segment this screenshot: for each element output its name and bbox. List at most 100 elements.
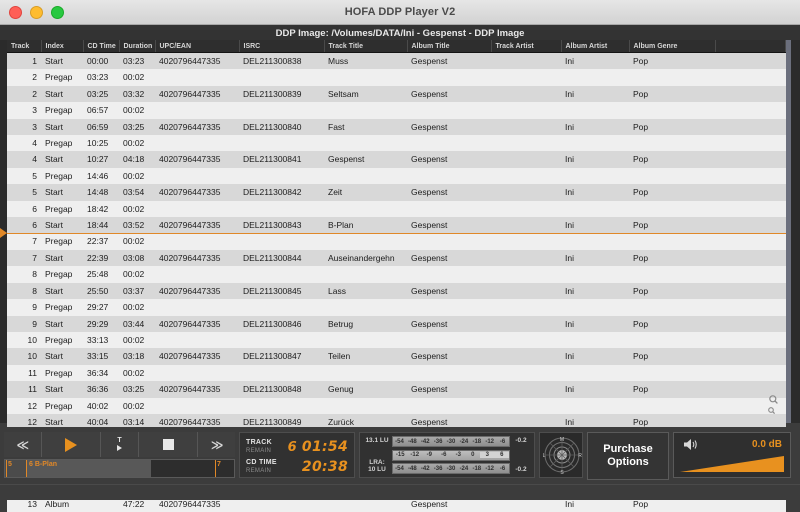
loudness-meter-panel[interactable]: 13.1 LU LRA: 10 LU -54-48-42-36-30-24-18… xyxy=(359,432,535,478)
table-row[interactable]: 2Start03:2503:324020796447335DEL21130083… xyxy=(7,86,786,102)
track-table-inner[interactable]: TrackIndexCD TimeDurationUPC/EANISRCTrac… xyxy=(7,40,791,423)
column-header-track-artist[interactable]: Track Artist xyxy=(491,40,561,53)
cell-duration: 00:02 xyxy=(119,233,155,249)
table-row[interactable]: 2Pregap03:2300:02 xyxy=(7,69,786,85)
table-row[interactable]: 4Start10:2704:184020796447335DEL21130084… xyxy=(7,151,786,167)
column-header-upc-ean[interactable]: UPC/EAN xyxy=(155,40,239,53)
cell-track: 3 xyxy=(7,119,41,135)
cell-album-artist xyxy=(561,168,629,184)
column-header-cd-time[interactable]: CD Time xyxy=(83,40,119,53)
stop-button[interactable] xyxy=(139,432,199,457)
column-header-album-title[interactable]: Album Title xyxy=(407,40,491,53)
cell-track-artist xyxy=(491,184,561,200)
cell-track-artist xyxy=(491,381,561,397)
volume-slider[interactable] xyxy=(680,456,784,472)
cell-album-genre xyxy=(629,69,715,85)
title-bar: HOFA DDP Player V2 xyxy=(0,0,800,25)
table-row[interactable]: 5Start14:4803:544020796447335DEL21130084… xyxy=(7,184,786,200)
cell-spacer xyxy=(715,53,786,70)
column-header-album-genre[interactable]: Album Genre xyxy=(629,40,715,53)
column-header-duration[interactable]: Duration xyxy=(119,40,155,53)
cell-cd-time: 25:50 xyxy=(83,283,119,299)
svg-text:M: M xyxy=(560,437,564,443)
previous-track-button[interactable]: ≪ xyxy=(4,432,42,457)
table-row[interactable]: 3Pregap06:5700:02 xyxy=(7,102,786,118)
cell-album-title: Gespenst xyxy=(407,381,491,397)
cell-album-title: Gespenst xyxy=(407,53,491,70)
cell-duration: 03:37 xyxy=(119,283,155,299)
cell-album-genre: Pop xyxy=(629,119,715,135)
volume-control[interactable]: 0.0 dB xyxy=(673,432,791,478)
table-row[interactable]: 11Pregap36:3400:02 xyxy=(7,365,786,381)
column-header-index[interactable]: Index xyxy=(41,40,83,53)
cell-spacer xyxy=(715,69,786,85)
cell-duration: 03:54 xyxy=(119,184,155,200)
time-display-panel[interactable]: TRACK REMAIN 6 01:54 CD TIME REMAIN 20:3… xyxy=(239,432,355,478)
cell-upc xyxy=(155,332,239,348)
magnifier-minus-icon[interactable] xyxy=(768,407,775,414)
cell-upc: 4020796447335 xyxy=(155,151,239,167)
column-header-isrc[interactable]: ISRC xyxy=(239,40,324,53)
magnifier-plus-icon[interactable] xyxy=(769,395,778,404)
meter-tick: 6 xyxy=(495,452,510,458)
cell-track-title xyxy=(324,365,407,381)
cd-time-value: 20:38 xyxy=(302,459,348,475)
cell-track-artist xyxy=(491,233,561,249)
cell-index: Start xyxy=(41,381,83,397)
meter-tick: -24 xyxy=(457,439,470,445)
loudness-readouts: 13.1 LU LRA: 10 LU xyxy=(362,435,392,475)
table-zoom-controls[interactable] xyxy=(761,395,783,419)
cell-album-artist: Ini xyxy=(561,119,629,135)
table-row[interactable]: 12Pregap40:0200:02 xyxy=(7,398,786,414)
next-track-button[interactable]: ≫ xyxy=(198,432,235,457)
cell-duration: 00:02 xyxy=(119,201,155,217)
table-row[interactable]: 3Start06:5903:254020796447335DEL21130084… xyxy=(7,119,786,135)
table-row[interactable]: 6Start18:4403:524020796447335DEL21130084… xyxy=(7,217,786,233)
column-header-track-title[interactable]: Track Title xyxy=(324,40,407,53)
column-header-track[interactable]: Track xyxy=(7,40,41,53)
table-row[interactable]: 8Pregap25:4800:02 xyxy=(7,266,786,282)
table-row[interactable]: 8Start25:5003:374020796447335DEL21130084… xyxy=(7,283,786,299)
cell-cd-time: 33:15 xyxy=(83,348,119,364)
table-row[interactable]: 9Pregap29:2700:02 xyxy=(7,299,786,315)
cell-upc: 4020796447335 xyxy=(155,119,239,135)
table-row[interactable]: 6Pregap18:4200:02 xyxy=(7,201,786,217)
cell-track-artist xyxy=(491,53,561,70)
cell-spacer xyxy=(715,201,786,217)
transport-section: ≪ T ≫ xyxy=(4,432,235,478)
table-row[interactable]: 10Pregap33:1300:02 xyxy=(7,332,786,348)
meter-scale-top: -54-48-42-36-30-24-18-12-6 xyxy=(392,436,510,447)
meter-tick: -54 xyxy=(393,439,406,445)
table-row[interactable]: 4Pregap10:2500:02 xyxy=(7,135,786,151)
marker-button[interactable]: T xyxy=(101,432,139,457)
cell-album-artist xyxy=(561,201,629,217)
table-row[interactable]: 10Start33:1503:184020796447335DEL2113008… xyxy=(7,348,786,364)
cell-cd-time: 25:48 xyxy=(83,266,119,282)
table-row[interactable]: 11Start36:3603:254020796447335DEL2113008… xyxy=(7,381,786,397)
table-header-row[interactable]: TrackIndexCD TimeDurationUPC/EANISRCTrac… xyxy=(7,40,786,53)
table-row[interactable]: 1Start00:0003:234020796447335DEL21130083… xyxy=(7,53,786,70)
cell-album-genre xyxy=(629,233,715,249)
cell-upc xyxy=(155,365,239,381)
table-row[interactable]: 5Pregap14:4600:02 xyxy=(7,168,786,184)
peak-right-value: -0.2 xyxy=(510,466,532,473)
meter-tick: -48 xyxy=(406,466,419,472)
table-row[interactable]: 9Start29:2903:444020796447335DEL21130084… xyxy=(7,316,786,332)
track-position-bar[interactable]: 5 6 B-Plan 7 xyxy=(4,459,235,478)
lra-readout: LRA: 10 LU xyxy=(362,459,392,473)
column-header-album-artist[interactable]: Album Artist xyxy=(561,40,629,53)
cell-index: Start xyxy=(41,184,83,200)
cell-cd-time: 18:44 xyxy=(83,217,119,233)
cell-index: Pregap xyxy=(41,135,83,151)
play-button[interactable] xyxy=(42,432,102,457)
table-row[interactable]: 7Pregap22:3700:02 xyxy=(7,233,786,249)
playhead-marker-icon[interactable] xyxy=(0,228,7,238)
purchase-options-button[interactable]: PurchaseOptions xyxy=(587,432,669,480)
cell-album-artist: Ini xyxy=(561,151,629,167)
goniometer-panel[interactable]: M S L R xyxy=(539,432,583,478)
table-row[interactable]: 7Start22:3903:084020796447335DEL21130084… xyxy=(7,250,786,266)
meter-tick: -42 xyxy=(419,439,432,445)
marker-letter: T xyxy=(117,438,121,444)
cell-album-title xyxy=(407,135,491,151)
cell-album-title xyxy=(407,201,491,217)
